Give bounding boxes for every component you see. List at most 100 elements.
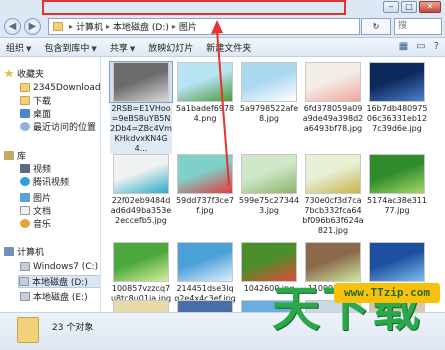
file-item[interactable] — [174, 299, 236, 312]
folder-icon — [53, 22, 63, 31]
sidebar-item-recent-places[interactable]: 最近访问的位置 — [20, 120, 100, 133]
title-bar: ‒ □ ✕ — [0, 0, 445, 16]
thumbnail-frame — [174, 62, 236, 102]
file-name: 2RSB=E1VHoo=9eBS8uYB5N2Db4=ZBc4VmKHkdvxK… — [110, 104, 172, 153]
forward-button[interactable]: ▶ — [24, 18, 41, 35]
thumbnail-frame — [110, 154, 172, 194]
folder-icon — [20, 96, 30, 105]
sidebar-item-drive-c[interactable]: Windows7 (C:) — [20, 260, 100, 273]
sidebar-item-pictures[interactable]: 图片 — [20, 191, 100, 204]
new-folder-button[interactable]: 新建文件夹 — [206, 41, 251, 54]
sidebar-item-label: 本地磁盘 (D:) — [32, 278, 88, 288]
file-name: 59dd737f3ce7f.jpg — [176, 196, 234, 215]
library-icon — [4, 151, 14, 160]
chevron-down-icon: ▼ — [129, 44, 136, 53]
file-item[interactable] — [110, 299, 172, 312]
sidebar-item-drive-d[interactable]: 本地磁盘 (D:) — [18, 275, 100, 288]
file-name: 730e0cf3d7ca7bcb332fca64bf096b63f624a821… — [302, 196, 364, 235]
sidebar-item-2345downloads[interactable]: 2345Downloads — [20, 81, 101, 94]
sidebar-item-downloads[interactable]: 下载 — [20, 94, 100, 107]
include-label: 包含到库中 — [44, 43, 90, 54]
image-thumbnail — [177, 62, 233, 102]
address-bar[interactable]: ▸ 计算机 ▸ 本地磁盘 (D:) ▸ 图片 — [48, 18, 360, 35]
computer-icon — [4, 247, 14, 256]
watermark-url: www.TTzip.com — [334, 283, 440, 303]
file-item[interactable]: 2RSB=E1VHoo=9eBS8uYB5N2Db4=ZBc4VmKHkdvxK… — [109, 61, 173, 154]
drive-icon — [19, 277, 29, 286]
chevron-down-icon: ▼ — [91, 44, 97, 53]
file-item[interactable]: 5174ac38e31177.jpg — [366, 153, 428, 216]
sidebar-item-desktop[interactable]: 桌面 — [20, 107, 100, 120]
thumbnail-frame — [174, 300, 236, 312]
sidebar-item-drive-e[interactable]: 本地磁盘 (E:) — [20, 290, 100, 303]
thumbnail-frame — [110, 300, 172, 312]
chevron-right-icon: ▸ — [106, 22, 111, 31]
refresh-button[interactable]: ↻ — [361, 18, 391, 35]
sidebar-item-label: 音乐 — [33, 220, 52, 230]
file-item[interactable]: 5a1badef69784.png — [174, 61, 236, 124]
sidebar-item-libraries[interactable]: 库 — [4, 149, 100, 162]
file-item[interactable]: 59dd737f3ce7f.jpg — [174, 153, 236, 216]
image-thumbnail — [177, 300, 233, 312]
sidebar-item-documents[interactable]: 文档 — [20, 204, 100, 217]
thumbnail-frame — [238, 242, 300, 282]
sidebar-item-tencent-video[interactable]: 腾讯视频 — [20, 175, 100, 188]
minimize-button[interactable]: ‒ — [383, 1, 399, 13]
thumbnail-frame — [109, 61, 173, 103]
chevron-right-icon: ▸ — [171, 22, 176, 31]
file-item[interactable]: 730e0cf3d7ca7bcb332fca64bf096b63f624a821… — [302, 153, 364, 236]
close-button[interactable]: ✕ — [419, 1, 441, 13]
video-icon — [20, 164, 30, 173]
sidebar-item-music[interactable]: 音乐 — [20, 217, 100, 230]
sidebar-item-videos[interactable]: 视频 — [20, 162, 100, 175]
file-item[interactable]: 16b7db48097506c36331eb127c39d6e.jpg — [366, 61, 428, 134]
file-item[interactable]: 100857vzzcq7u8tc8u01ia.jpg — [110, 241, 172, 304]
maximize-button[interactable]: □ — [401, 1, 417, 13]
sidebar-item-label: 本地磁盘 (E:) — [33, 293, 88, 303]
preview-pane-icon[interactable]: ▭ — [416, 41, 425, 52]
include-in-library-menu[interactable]: 包含到库中 ▼ — [44, 41, 96, 54]
file-item[interactable]: 22f02eb9484dad6d49ba353e2eccefb5.jpg — [110, 153, 172, 226]
window-controls: ‒ □ ✕ — [383, 1, 441, 13]
image-thumbnail — [369, 242, 425, 282]
image-thumbnail — [113, 300, 169, 312]
help-icon[interactable]: ? — [434, 41, 439, 52]
image-thumbnail — [241, 62, 297, 102]
thumbnail-frame — [174, 154, 236, 194]
thumbnail-frame — [238, 154, 300, 194]
share-label: 共享 — [109, 43, 128, 54]
image-thumbnail — [177, 242, 233, 282]
thumbnail-frame — [302, 154, 364, 194]
image-thumbnail — [369, 62, 425, 102]
view-options-icon[interactable]: ▦ — [399, 41, 408, 52]
file-item[interactable]: 5a9798522afe8.jpg — [238, 61, 300, 124]
breadcrumb-pictures[interactable]: 图片 — [179, 20, 197, 33]
folder-icon — [20, 83, 30, 92]
star-icon — [4, 69, 14, 78]
slideshow-button[interactable]: 放映幻灯片 — [148, 41, 193, 54]
search-input[interactable]: 搜 — [394, 18, 442, 35]
file-item[interactable]: 6fd378059a09a9de49a398d2a6493bf78.jpg — [302, 61, 364, 134]
organize-menu[interactable]: 组织 ▼ — [6, 41, 31, 54]
file-name: 6fd378059a09a9de49a398d2a6493bf78.jpg — [302, 104, 364, 133]
file-name: 22f02eb9484dad6d49ba353e2eccefb5.jpg — [110, 196, 172, 225]
video-icon — [20, 177, 30, 186]
file-item[interactable]: 214451dse3lqq2e4x4c3ef.jpg — [174, 241, 236, 304]
sidebar-item-computer[interactable]: 计算机 — [4, 245, 100, 258]
thumbnail-frame — [110, 242, 172, 282]
music-icon — [20, 219, 30, 228]
sidebar-item-label: 最近访问的位置 — [33, 123, 97, 133]
back-button[interactable]: ◀ — [4, 18, 21, 35]
sidebar-item-label: 2345Downloads — [33, 82, 101, 93]
sidebar-item-favorites[interactable]: 收藏夹 — [4, 67, 100, 80]
share-menu[interactable]: 共享 ▼ — [110, 41, 135, 54]
file-item[interactable]: 599e75c273443.jpg — [238, 153, 300, 216]
breadcrumb-computer[interactable]: 计算机 — [76, 20, 103, 33]
breadcrumb-drive-d[interactable]: 本地磁盘 (D:) — [113, 20, 169, 33]
thumbnail-frame — [302, 242, 364, 282]
image-thumbnail — [241, 242, 297, 282]
sidebar-item-label: 计算机 — [17, 248, 45, 258]
file-name: 16b7db48097506c36331eb127c39d6e.jpg — [366, 104, 428, 133]
recent-icon — [20, 122, 30, 131]
organize-label: 组织 — [6, 43, 25, 54]
